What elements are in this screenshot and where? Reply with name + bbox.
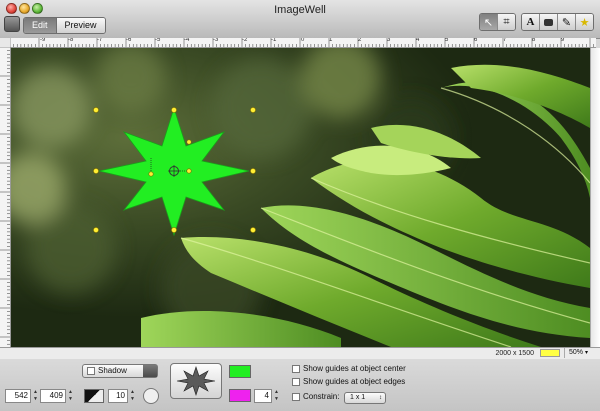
stroke-width-stepper[interactable]: ▲ ▼ [129,389,136,403]
shadow-label: Shadow [98,366,127,375]
ruler-label: -8 [68,38,74,43]
stepper-up-icon: ▲ [33,389,38,395]
stepper-up-icon: ▲ [68,389,73,395]
ruler-label: -3 [213,38,219,43]
image-dimensions: 2000 x 1500 [495,350,534,357]
ruler-label: 6 [474,38,478,43]
app-icon[interactable] [4,16,20,32]
chevron-down-icon [143,365,157,377]
ruler-label: -9 [40,38,46,43]
ruler-label: 1 [329,38,333,43]
shadow-popup[interactable]: Shadow [82,364,158,378]
ruler-label: 8 [532,38,536,43]
mode-segmented-control: Edit Preview [23,17,106,34]
guides-edges-checkbox[interactable] [292,377,300,386]
ruler-label: 3 [387,38,391,43]
constrain-checkbox[interactable] [292,392,300,401]
image-canvas[interactable] [11,48,590,347]
text-tool-button[interactable]: A [522,14,539,30]
pointer-icon: ↖ [483,16,494,29]
photo-background [11,48,590,347]
shadow-checkbox[interactable] [87,366,95,375]
title-bar: ImageWell Edit Preview ↖ ⌗ A ✎ ★ [0,0,600,39]
width-field[interactable]: 542 [5,389,31,403]
ruler-label: 4 [416,38,420,43]
constrain-value: 1 x 1 [350,394,366,401]
ruler-ticks [0,47,10,345]
crop-icon: ⌗ [503,15,510,28]
shape-picker-button[interactable] [170,363,222,399]
width-stepper[interactable]: ▲ ▼ [32,389,39,403]
stroke-color-well[interactable] [229,389,251,402]
guides-center-label: Show guides at object center [303,364,406,373]
guides-center-checkbox[interactable] [292,364,300,373]
ruler-label: 5 [445,38,449,43]
rotation-dial[interactable] [143,388,159,404]
zoom-indicator-swatch [540,349,560,357]
guides-edges-label: Show guides at object edges [303,377,406,386]
chevron-down-icon: ▾ [584,350,588,356]
star-icon: ★ [579,16,590,29]
zoom-popup[interactable]: 50% ▾ [564,348,598,358]
tab-preview[interactable]: Preview [55,18,105,33]
chevron-updown-icon: ↕ [379,395,382,401]
text-icon: A [526,16,535,28]
star-points-field[interactable]: 4 [254,389,272,403]
stroke-width-field[interactable]: 10 [108,389,128,403]
stroke-style-swatch[interactable] [84,389,104,403]
tool-palette: ↖ ⌗ A ✎ ★ [479,13,594,31]
stepper-down-icon: ▼ [33,396,38,402]
horizontal-ruler: -9 -8 -7 -6 -5 -4 -3 -2 -1 0 1 2 3 4 5 6… [10,38,596,48]
guides-center-row: Show guides at object center [292,364,406,373]
ruler-label: 9 [561,38,565,43]
brush-icon: ✎ [561,16,572,29]
shape-icon [544,18,553,26]
constrain-row: Constrain: [292,392,339,401]
ruler-label: -7 [97,38,103,43]
constrain-label: Constrain: [303,392,340,401]
height-stepper[interactable]: ▲ ▼ [67,389,74,403]
ruler-label: -6 [126,38,132,43]
stepper-up-icon: ▲ [130,389,135,395]
fill-color-well[interactable] [229,365,251,378]
tab-edit[interactable]: Edit [24,18,56,33]
stepper-down-icon: ▼ [274,396,279,402]
star-points-stepper[interactable]: ▲ ▼ [273,389,280,403]
pointer-tool-button[interactable]: ↖ [480,14,497,30]
height-field[interactable]: 409 [40,389,66,403]
ruler-label: 7 [503,38,507,43]
ruler-label: 0 [301,38,305,43]
ruler-label: -2 [242,38,248,43]
vertical-scrollbar[interactable] [590,48,600,347]
crop-tool-button[interactable]: ⌗ [497,14,515,30]
constrain-popup[interactable]: 1 x 1 ↕ [344,392,386,404]
stepper-down-icon: ▼ [68,396,73,402]
ruler-label: -5 [155,38,161,43]
zoom-value: 50% [569,349,584,356]
brush-tool-button[interactable]: ✎ [557,14,575,30]
ruler-label: 2 [358,38,362,43]
guides-edges-row: Show guides at object edges [292,377,405,386]
stepper-up-icon: ▲ [274,389,279,395]
shape-tool-button[interactable] [539,14,557,30]
ruler-label: -1 [271,38,277,43]
inspector-panel: 542 ▲ ▼ 409 ▲ ▼ Shadow 10 ▲ ▼ 4 ▲ ▼ Show gui… [0,359,600,411]
stepper-down-icon: ▼ [130,396,135,402]
vertical-ruler [0,47,11,347]
star-burst-icon [176,366,216,396]
star-tool-button[interactable]: ★ [575,14,593,30]
ruler-label: -4 [184,38,190,43]
